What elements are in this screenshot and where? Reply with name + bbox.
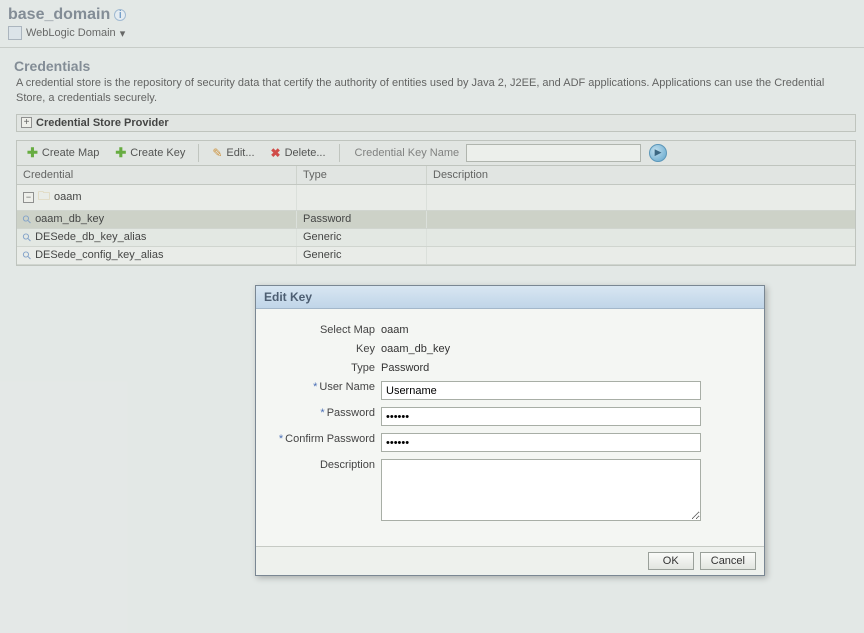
row-type: Password: [297, 211, 427, 228]
col-credential[interactable]: Credential: [17, 166, 297, 184]
value-key: oaam_db_key: [381, 340, 754, 355]
description-textarea[interactable]: [381, 459, 701, 521]
key-icon: ⚲: [20, 230, 35, 245]
col-description[interactable]: Description: [427, 166, 855, 184]
credential-store-provider[interactable]: + Credential Store Provider: [16, 114, 856, 132]
domain-title: base_domain i: [8, 6, 856, 24]
key-icon: ⚲: [20, 248, 35, 263]
page-title: Credentials: [14, 58, 856, 74]
search-label: Credential Key Name: [355, 147, 460, 159]
row-name: DESede_config_key_alias: [35, 249, 163, 261]
row-desc: [427, 247, 855, 264]
edit-button[interactable]: ✎ Edit...: [206, 144, 260, 162]
confirm-password-input[interactable]: [381, 433, 701, 452]
label-select-map: Select Map: [266, 321, 381, 336]
key-icon: ⚲: [20, 212, 35, 227]
label-type: Type: [266, 359, 381, 374]
edit-key-dialog: Edit Key Select Map oaam Key oaam_db_key…: [255, 285, 765, 576]
toolbar: ✚ Create Map ✚ Create Key ✎ Edit... ✖ De…: [16, 140, 856, 166]
domain-title-text: base_domain: [8, 6, 110, 24]
search-go-button[interactable]: ▶: [649, 144, 667, 162]
label-password: Password: [327, 407, 375, 419]
delete-button[interactable]: ✖ Delete...: [265, 144, 332, 162]
value-type: Password: [381, 359, 754, 374]
label-key: Key: [266, 340, 381, 355]
create-map-button[interactable]: ✚ Create Map: [21, 144, 105, 161]
cancel-button[interactable]: Cancel: [700, 552, 756, 570]
label-description: Description: [266, 456, 381, 471]
table-row[interactable]: ⚲ DESede_config_key_alias Generic: [17, 247, 855, 265]
info-icon[interactable]: i: [114, 9, 126, 21]
table-header: Credential Type Description: [17, 166, 855, 185]
credentials-table: Credential Type Description − 🗀 oaam ⚲ o…: [16, 166, 856, 266]
delete-icon: ✖: [271, 146, 281, 160]
credential-key-search-input[interactable]: [466, 144, 641, 162]
collapse-icon[interactable]: −: [23, 192, 34, 203]
ok-button[interactable]: OK: [648, 552, 694, 570]
create-key-button[interactable]: ✚ Create Key: [109, 144, 191, 161]
row-type: [297, 185, 427, 210]
plus-icon: ✚: [115, 146, 126, 159]
breadcrumb-label: WebLogic Domain: [26, 27, 116, 39]
row-desc: [427, 185, 855, 210]
dialog-title: Edit Key: [256, 286, 764, 309]
pencil-icon: ✎: [212, 146, 222, 160]
separator: [198, 144, 199, 162]
row-name: oaam_db_key: [35, 213, 104, 225]
breadcrumb[interactable]: WebLogic Domain ▾: [8, 26, 856, 40]
row-type: Generic: [297, 229, 427, 246]
row-desc: [427, 211, 855, 228]
page-description: A credential store is the repository of …: [16, 76, 856, 106]
expand-icon[interactable]: +: [21, 117, 32, 128]
folder-icon: 🗀: [38, 187, 50, 208]
label-username: User Name: [319, 381, 375, 393]
table-row[interactable]: ⚲ oaam_db_key Password: [17, 211, 855, 229]
table-row[interactable]: ⚲ DESede_db_key_alias Generic: [17, 229, 855, 247]
password-input[interactable]: [381, 407, 701, 426]
row-desc: [427, 229, 855, 246]
separator: [339, 144, 340, 162]
domain-icon: [8, 26, 22, 40]
username-input[interactable]: [381, 381, 701, 400]
plus-icon: ✚: [27, 146, 38, 159]
row-type: Generic: [297, 247, 427, 264]
value-select-map: oaam: [381, 321, 754, 336]
provider-label: Credential Store Provider: [36, 117, 169, 129]
col-type[interactable]: Type: [297, 166, 427, 184]
label-confirm-password: Confirm Password: [285, 433, 375, 445]
row-name: oaam: [54, 191, 82, 203]
chevron-down-icon: ▾: [120, 27, 126, 40]
table-row[interactable]: − 🗀 oaam: [17, 185, 855, 211]
row-name: DESede_db_key_alias: [35, 231, 146, 243]
